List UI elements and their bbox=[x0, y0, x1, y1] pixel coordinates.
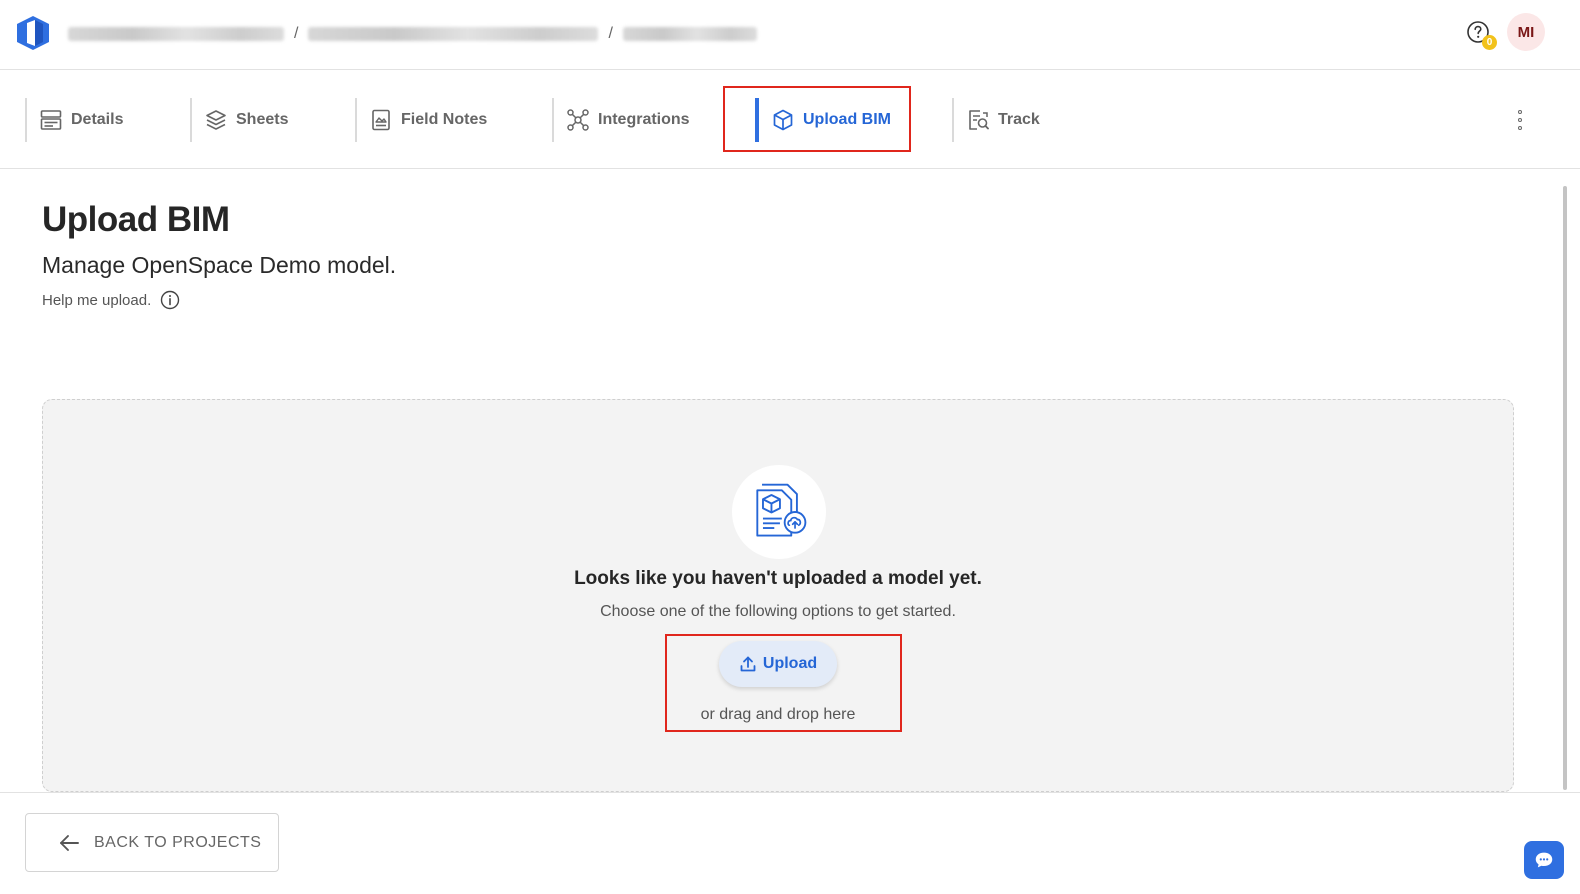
page-scrollbar[interactable] bbox=[1563, 186, 1567, 790]
track-icon bbox=[969, 110, 989, 130]
upload-icon bbox=[740, 656, 756, 672]
empty-state-title: Looks like you haven't uploaded a model … bbox=[574, 568, 982, 589]
breadcrumb: / / bbox=[68, 22, 757, 46]
footer-bar: BACK TO PROJECTS bbox=[0, 792, 1580, 894]
page-subtitle: Manage OpenSpace Demo model. bbox=[42, 252, 397, 278]
more-options-icon[interactable] bbox=[1510, 108, 1530, 132]
tab-details[interactable]: Details bbox=[25, 98, 175, 142]
breadcrumb-separator: / bbox=[608, 25, 613, 42]
tab-label: Upload BIM bbox=[803, 111, 891, 128]
chat-support-button[interactable] bbox=[1524, 841, 1564, 879]
tab-field-notes[interactable]: Field Notes bbox=[355, 98, 535, 142]
cube-icon bbox=[773, 109, 793, 131]
tab-upload-bim[interactable]: Upload BIM bbox=[755, 98, 905, 142]
empty-state-subtitle: Choose one of the following options to g… bbox=[600, 603, 956, 620]
field-notes-icon bbox=[372, 109, 390, 131]
notification-badge: 0 bbox=[1482, 35, 1497, 50]
top-bar: / / 0 MI bbox=[0, 0, 1580, 70]
user-avatar[interactable]: MI bbox=[1507, 13, 1545, 51]
arrow-left-icon bbox=[60, 834, 79, 851]
upload-button[interactable]: Upload bbox=[719, 641, 837, 687]
breadcrumb-item-program[interactable] bbox=[308, 27, 599, 41]
back-button-label: BACK TO PROJECTS bbox=[94, 833, 262, 851]
chat-icon bbox=[1535, 852, 1553, 868]
tab-label: Integrations bbox=[598, 111, 690, 128]
model-upload-icon bbox=[732, 465, 826, 559]
breadcrumb-item-organization[interactable] bbox=[68, 27, 284, 41]
breadcrumb-item-project[interactable] bbox=[622, 27, 757, 41]
tab-label: Track bbox=[998, 111, 1040, 128]
tab-sheets[interactable]: Sheets bbox=[190, 98, 340, 142]
tab-label: Details bbox=[71, 111, 124, 128]
openspace-logo-icon[interactable] bbox=[14, 14, 52, 52]
back-to-projects-button[interactable]: BACK TO PROJECTS bbox=[25, 813, 279, 872]
tab-integrations[interactable]: Integrations bbox=[552, 98, 712, 142]
breadcrumb-separator: / bbox=[294, 25, 299, 42]
info-icon[interactable] bbox=[160, 290, 180, 310]
details-icon bbox=[40, 110, 62, 130]
bim-dropzone[interactable]: Looks like you haven't uploaded a model … bbox=[42, 399, 1514, 792]
help-me-upload-link[interactable]: Help me upload. bbox=[42, 290, 180, 310]
tab-label: Sheets bbox=[236, 111, 289, 128]
tab-label: Field Notes bbox=[401, 111, 488, 128]
integrations-icon bbox=[567, 109, 589, 131]
help-link-label: Help me upload. bbox=[42, 291, 152, 309]
tab-track[interactable]: Track bbox=[952, 98, 1102, 142]
layers-icon bbox=[206, 110, 226, 130]
drag-drop-hint: or drag and drop here bbox=[700, 706, 856, 723]
upload-button-label: Upload bbox=[762, 655, 818, 672]
page-title: Upload BIM bbox=[42, 200, 230, 239]
project-tab-bar: Details Sheets Field Notes Integrations … bbox=[0, 70, 1580, 169]
